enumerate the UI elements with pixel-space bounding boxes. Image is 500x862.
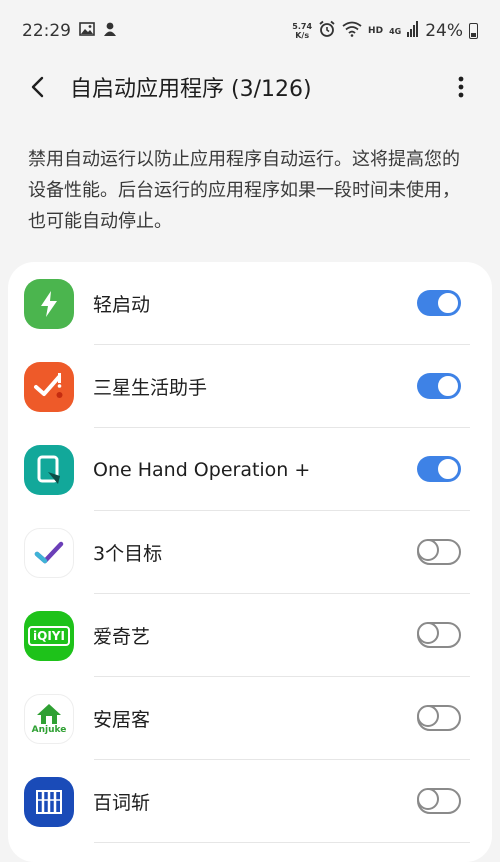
autostart-toggle[interactable] (417, 705, 461, 731)
more-vertical-icon (458, 76, 464, 98)
one-hand-icon (24, 444, 74, 495)
toggle-knob (436, 291, 460, 315)
checkmark-icon (24, 527, 74, 578)
gallery-icon (79, 21, 95, 41)
app-name: 三星生活助手 (93, 377, 208, 399)
hd-label: HD (368, 26, 384, 36)
toggle-knob (436, 374, 460, 398)
wifi-icon (342, 21, 362, 42)
toggle-knob (436, 457, 460, 481)
status-left: 22:29 (22, 21, 117, 42)
network-type: 4G (389, 26, 402, 36)
iqiyi-logo-text: iQIYI (28, 625, 70, 646)
autostart-toggle[interactable] (417, 539, 461, 565)
alarm-icon (318, 20, 336, 43)
app-name: 3个目标 (93, 543, 163, 565)
notification-app-icon (103, 21, 117, 42)
autostart-toggle[interactable] (417, 290, 461, 316)
app-list: 轻启动 三星生活助手 One Hand Operation + 3个目标 iQI… (8, 262, 492, 862)
toggle-knob (417, 539, 439, 561)
app-row[interactable]: 三星生活助手 (8, 345, 492, 428)
page-title: 自启动应用程序 (3/126) (70, 77, 312, 102)
autostart-toggle[interactable] (417, 373, 461, 399)
status-right: 5.74 K/s HD 4G 24% (292, 20, 478, 43)
description-text: 禁用自动运行以防止应用程序自动运行。这将提高您的设备性能。后台运行的应用程序如果… (28, 149, 460, 232)
app-bar: 自启动应用程序 (3/126) (0, 62, 500, 112)
toggle-knob (417, 788, 439, 810)
app-row[interactable]: 轻启动 (8, 262, 492, 345)
status-time: 22:29 (22, 21, 71, 41)
battery-percent: 24% (425, 21, 463, 41)
app-row[interactable]: 3个目标 (8, 511, 492, 594)
app-name: 轻启动 (93, 294, 151, 316)
back-arrow-icon (31, 76, 44, 98)
autostart-toggle[interactable] (417, 456, 461, 482)
autostart-toggle[interactable] (417, 788, 461, 814)
back-button[interactable] (10, 62, 66, 112)
more-options-button[interactable] (436, 62, 486, 112)
speed-value: 5.74 (292, 22, 313, 31)
toggle-knob (417, 622, 439, 644)
check-alert-icon (24, 361, 74, 412)
anjuke-icon: Anjuke (24, 693, 74, 744)
speed-unit: K/s (295, 31, 310, 40)
status-bar: 22:29 5.74 K/s HD 4G 24% (0, 0, 500, 62)
app-name: 安居客 (93, 709, 151, 731)
app-name: 百词斩 (93, 792, 151, 814)
battery-icon (469, 23, 478, 39)
app-name: 爱奇艺 (93, 626, 151, 648)
anjuke-label: Anjuke (31, 724, 67, 735)
app-row[interactable]: One Hand Operation + (8, 428, 492, 511)
signal-icon (407, 20, 419, 42)
network-speed: 5.74 K/s (292, 22, 312, 40)
app-row[interactable]: 百词斩 (8, 760, 492, 843)
iqiyi-icon: iQIYI (24, 610, 74, 661)
app-row[interactable]: iQIYI 爱奇艺 (8, 594, 492, 677)
app-name: One Hand Operation + (93, 458, 311, 481)
autostart-toggle[interactable] (417, 622, 461, 648)
lightning-icon (24, 278, 74, 329)
app-row[interactable]: Anjuke 安居客 (8, 677, 492, 760)
divider (94, 842, 470, 843)
baicizhan-icon (24, 776, 74, 827)
toggle-knob (417, 705, 439, 727)
